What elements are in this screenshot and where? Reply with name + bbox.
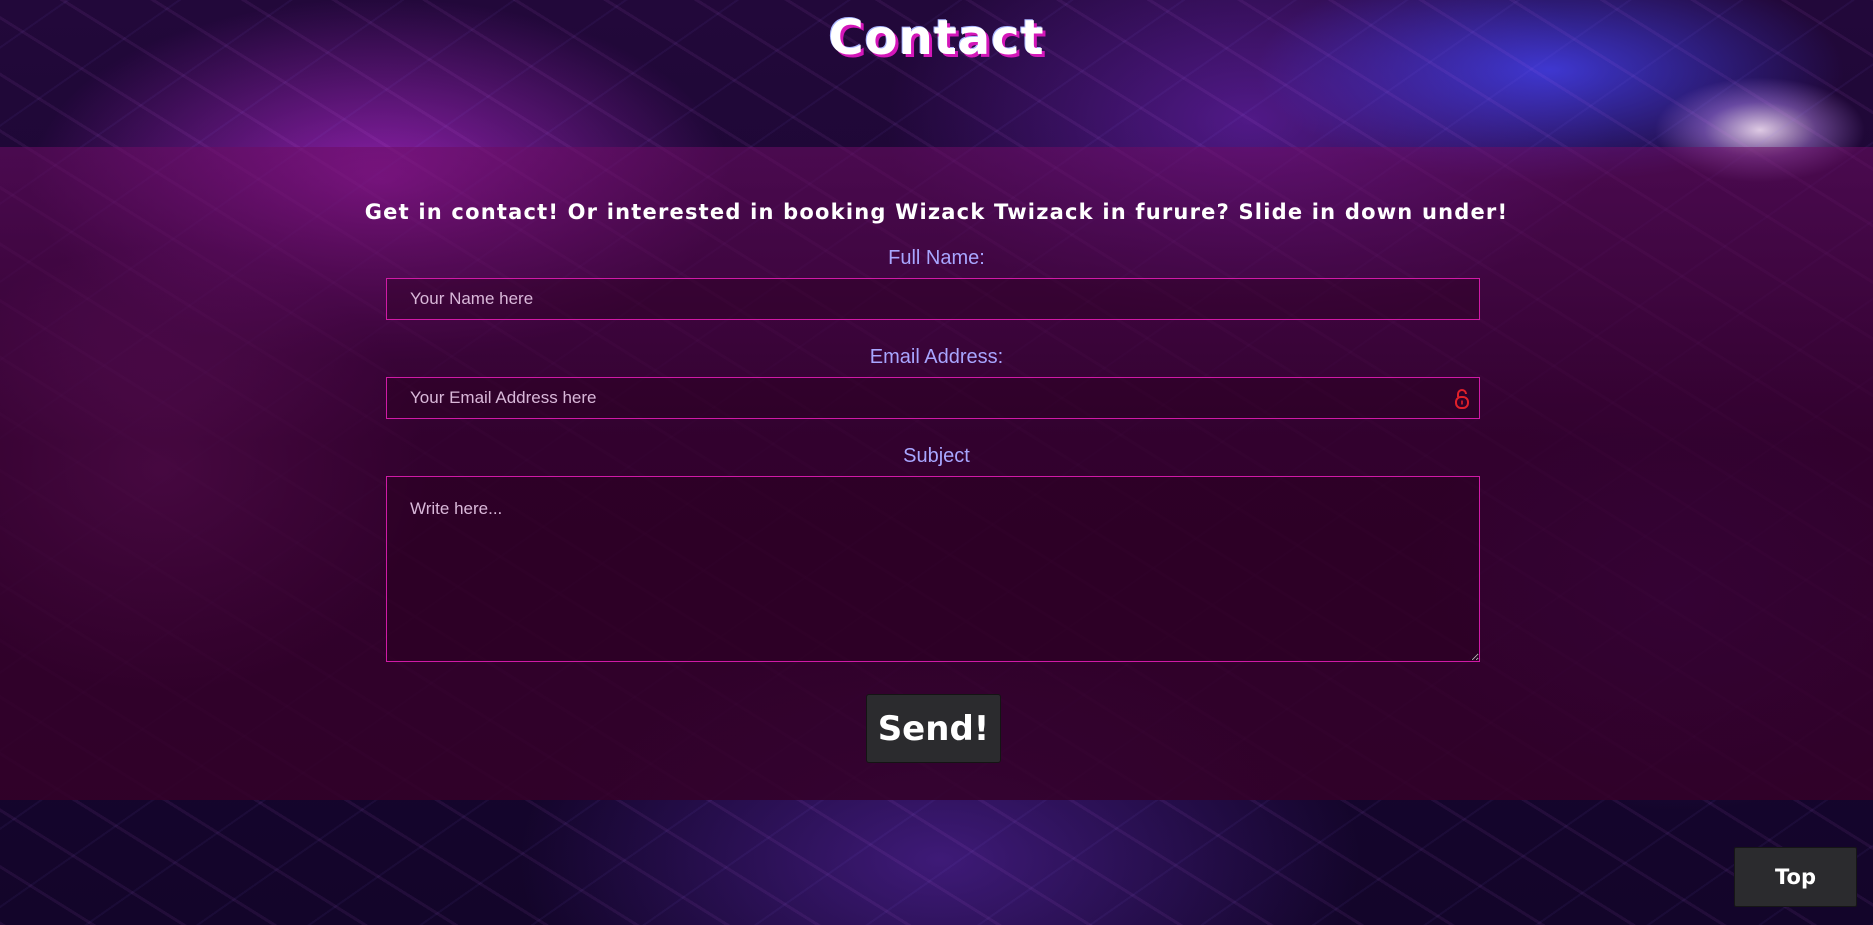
email-input[interactable] <box>386 377 1480 419</box>
full-name-input[interactable] <box>386 278 1480 320</box>
lock-icon[interactable] <box>1454 388 1470 410</box>
email-label: Email Address: <box>869 346 1004 368</box>
contact-panel: Get in contact! Or interested in booking… <box>0 147 1873 800</box>
subject-label: Subject <box>903 445 970 467</box>
page-title: Contact <box>828 10 1045 66</box>
send-button[interactable]: Send! <box>866 694 1001 763</box>
back-to-top-button[interactable]: Top <box>1734 847 1857 907</box>
contact-intro: Get in contact! Or interested in booking… <box>364 200 1509 224</box>
subject-textarea[interactable] <box>386 476 1480 662</box>
full-name-label: Full Name: <box>888 247 985 269</box>
